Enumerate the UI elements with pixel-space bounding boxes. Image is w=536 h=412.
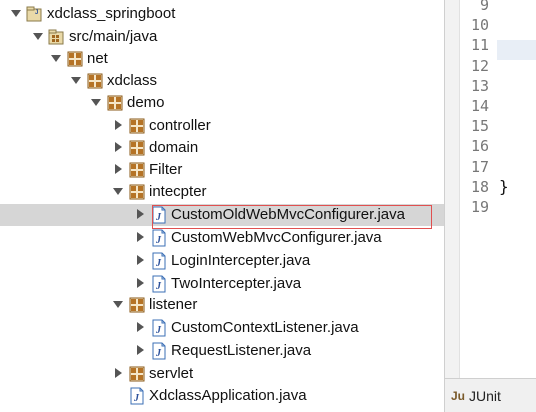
tree-item-label: src/main/java <box>69 28 158 45</box>
tree-row[interactable]: domain <box>0 137 444 159</box>
source-folder-icon <box>48 28 66 46</box>
code-line[interactable]: } <box>499 178 509 195</box>
java-file-icon: J <box>150 342 168 360</box>
tree-row[interactable]: controller <box>0 115 444 137</box>
current-line-highlight <box>497 40 536 60</box>
tree-item-label: XdclassApplication.java <box>149 387 307 404</box>
junit-tab[interactable]: Ju JUnit <box>451 385 501 407</box>
tree-item-label: net <box>87 50 108 67</box>
package-explorer[interactable]: J XdclassApplication.java servlet J RequestL… <box>0 0 444 412</box>
java-file-icon: J <box>150 229 168 247</box>
package-icon <box>106 94 124 112</box>
tree-item-label: domain <box>149 139 199 156</box>
line-number: 14 <box>470 97 489 115</box>
package-icon <box>128 117 146 135</box>
tree-item-label: xdclass <box>107 72 158 89</box>
line-number: 16 <box>470 137 489 156</box>
package-icon <box>128 183 146 201</box>
chevron-right-icon[interactable] <box>112 119 124 131</box>
chevron-right-icon[interactable] <box>134 344 146 356</box>
tree-item-label: servlet <box>149 365 194 382</box>
tree-item-label: RequestListener.java <box>171 342 312 359</box>
package-icon <box>128 365 146 383</box>
line-number: 10 <box>470 16 489 35</box>
java-file-icon: J <box>150 319 168 337</box>
svg-text:J: J <box>155 281 162 292</box>
tree-row[interactable]: xdclass <box>0 70 444 92</box>
line-number: 13 <box>470 76 489 95</box>
line-number: 11 <box>470 36 489 55</box>
package-icon <box>128 161 146 179</box>
tree-item-label: CustomWebMvcConfigurer.java <box>171 229 382 246</box>
tree-row[interactable]: J LoginIntercepter.java <box>0 250 444 272</box>
junit-icon: Ju <box>451 389 466 403</box>
java-file-icon: J <box>150 252 168 270</box>
tree-item-label: demo <box>127 94 165 111</box>
chevron-down-icon[interactable] <box>32 30 44 42</box>
package-icon <box>128 139 146 157</box>
chevron-down-icon[interactable] <box>112 298 124 310</box>
bottom-panel: Ju JUnit <box>444 378 536 412</box>
tree-row[interactable]: J RequestListener.java <box>0 340 444 362</box>
svg-text:J: J <box>155 235 162 246</box>
junit-tab-label: JUnit <box>469 388 501 404</box>
tree-item-label: xdclass_springboot <box>47 5 176 22</box>
package-icon <box>66 50 84 68</box>
line-number: 9 <box>479 0 489 14</box>
svg-text:J: J <box>155 325 162 336</box>
code-editor[interactable]: 9 10 11 12 13 14 15 16 17 18} 19 <box>444 0 536 378</box>
tree-item-label: LoginIntercepter.java <box>171 252 311 269</box>
chevron-right-icon[interactable] <box>112 141 124 153</box>
chevron-right-icon[interactable] <box>134 321 146 333</box>
chevron-down-icon[interactable] <box>70 74 82 86</box>
chevron-right-icon[interactable] <box>134 208 146 220</box>
chevron-down-icon[interactable] <box>90 96 102 108</box>
chevron-right-icon[interactable] <box>112 163 124 175</box>
tree-row[interactable]: demo <box>0 92 444 114</box>
package-icon <box>86 72 104 90</box>
tree-item-label: Filter <box>149 161 183 178</box>
svg-text:J: J <box>155 258 162 269</box>
tree-row[interactable]: J XdclassApplication.java <box>0 385 444 407</box>
chevron-right-icon[interactable] <box>134 254 146 266</box>
chevron-down-icon[interactable] <box>112 185 124 197</box>
chevron-right-icon[interactable] <box>112 367 124 379</box>
project-icon: J <box>26 5 44 23</box>
package-icon <box>128 296 146 314</box>
editor-gutter <box>445 0 460 378</box>
tree-row[interactable]: listener <box>0 294 444 316</box>
chevron-right-icon[interactable] <box>134 231 146 243</box>
tree-row[interactable]: net <box>0 48 444 70</box>
tree-row[interactable]: J TwoIntercepter.java <box>0 273 444 295</box>
tree-item-label: listener <box>149 296 198 313</box>
chevron-down-icon[interactable] <box>10 7 22 19</box>
chevron-right-icon[interactable] <box>134 277 146 289</box>
tree-item-label: CustomContextListener.java <box>171 319 359 336</box>
tree-row[interactable]: servlet <box>0 363 444 385</box>
line-number: 12 <box>470 56 489 75</box>
java-file-icon: J <box>150 275 168 293</box>
tree-row[interactable]: src/main/java <box>0 26 444 48</box>
tree-row[interactable]: Jxdclass_springboot <box>0 3 444 25</box>
svg-text:J: J <box>35 10 38 16</box>
tree-item-label: intecpter <box>149 183 207 200</box>
tree-row[interactable]: Filter <box>0 159 444 181</box>
line-number: 17 <box>470 157 489 176</box>
svg-text:J: J <box>155 348 162 359</box>
tree-item-label: TwoIntercepter.java <box>171 275 302 292</box>
tree-row[interactable]: intecpter <box>0 181 444 203</box>
svg-text:J: J <box>133 393 140 404</box>
line-number: 19 <box>470 198 489 216</box>
chevron-down-icon[interactable] <box>50 52 62 64</box>
tree-row[interactable]: J CustomWebMvcConfigurer.java <box>0 227 444 249</box>
line-number: 15 <box>470 117 489 136</box>
java-file-icon: J <box>128 387 146 405</box>
tree-item-label: controller <box>149 117 211 134</box>
highlight-box <box>152 205 432 229</box>
line-number: 18 <box>470 177 489 196</box>
tree-row[interactable]: J CustomContextListener.java <box>0 317 444 339</box>
